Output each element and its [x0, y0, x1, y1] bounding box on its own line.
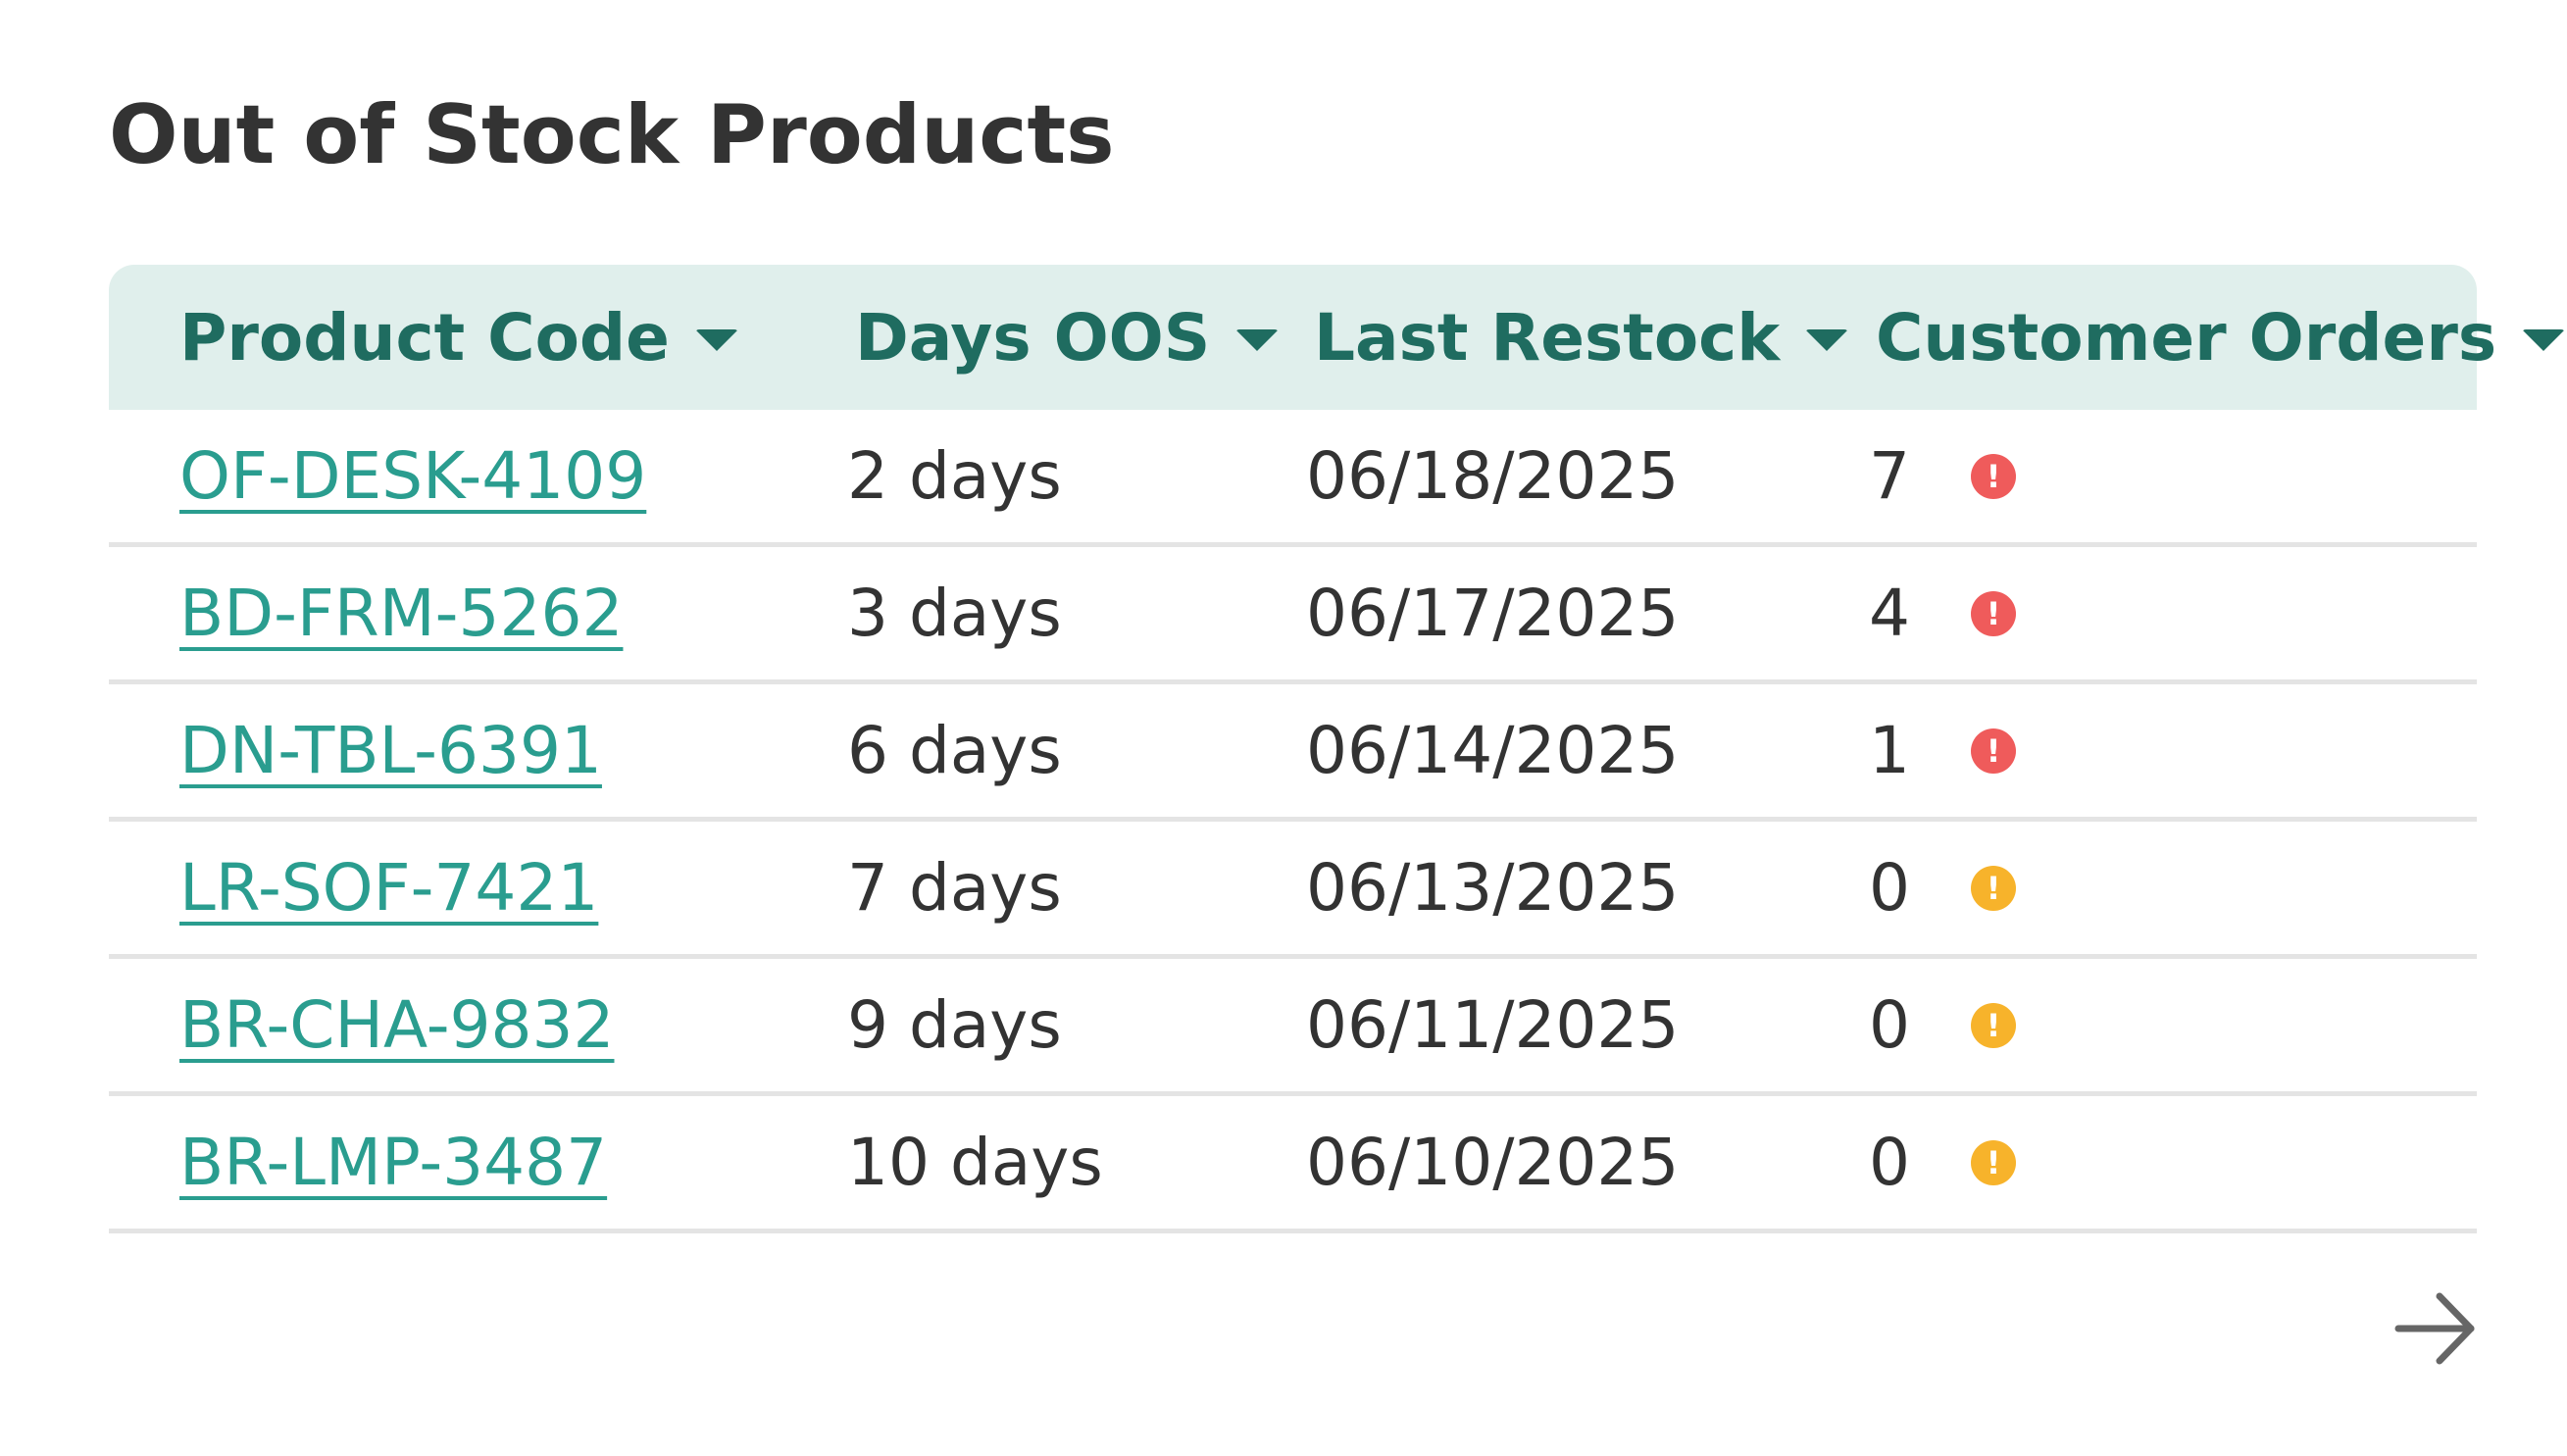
table-row: LR-SOF-7421 7 days 06/13/2025 0 !	[109, 822, 2477, 959]
last-restock-cell: 06/11/2025	[1306, 987, 1680, 1063]
product-code-link[interactable]: OF-DESK-4109	[179, 438, 646, 514]
widget-title: Out of Stock Products	[109, 87, 1115, 182]
last-restock-cell: 06/18/2025	[1306, 438, 1680, 514]
table-header: Product Code Days OOS Last Restock Custo…	[109, 265, 2566, 410]
product-code-link[interactable]: BR-LMP-3487	[179, 1125, 607, 1200]
order-count: 7	[1869, 438, 1910, 514]
column-header-label: Product Code	[179, 299, 670, 376]
column-header-last-restock[interactable]: Last Restock	[1208, 300, 1849, 376]
exclamation-circle-icon: !	[1971, 1139, 2016, 1185]
out-of-stock-widget: Out of Stock Products Product Code Days …	[0, 0, 2567, 1456]
arrow-right-icon[interactable]	[2392, 1284, 2481, 1373]
customer-orders-cell: 0 !	[1766, 850, 2477, 926]
last-restock-cell: 06/17/2025	[1306, 576, 1680, 651]
column-header-customer-orders[interactable]: Customer Orders	[1766, 300, 2566, 376]
table-row: OF-DESK-4109 2 days 06/18/2025 7 !	[109, 410, 2477, 547]
order-count: 4	[1869, 576, 1910, 651]
customer-orders-cell: 0 !	[1766, 987, 2477, 1063]
customer-orders-cell: 1 !	[1766, 713, 2477, 788]
exclamation-circle-icon: !	[1971, 453, 2016, 499]
order-count: 0	[1869, 987, 1910, 1063]
column-header-label: Last Restock	[1314, 299, 1781, 376]
product-code-link[interactable]: DN-TBL-6391	[179, 713, 602, 788]
product-code-link[interactable]: BR-CHA-9832	[179, 987, 614, 1063]
customer-orders-cell: 4 !	[1766, 576, 2477, 651]
table-body: OF-DESK-4109 2 days 06/18/2025 7 ! BD-FR…	[109, 410, 2477, 1233]
table-row: BD-FRM-5262 3 days 06/17/2025 4 !	[109, 547, 2477, 684]
arrow-right-icon-graphic	[2394, 1292, 2475, 1365]
days-oos-cell: 2 days	[847, 438, 1062, 514]
column-header-label: Customer Orders	[1876, 299, 2497, 376]
caret-down-icon	[694, 329, 738, 351]
exclamation-circle-icon: !	[1971, 865, 2016, 911]
column-header-product-code[interactable]: Product Code	[109, 300, 745, 376]
order-count: 1	[1869, 713, 1910, 788]
last-restock-cell: 06/10/2025	[1306, 1125, 1680, 1200]
table-row: BR-CHA-9832 9 days 06/11/2025 0 !	[109, 959, 2477, 1096]
column-header-label: Days OOS	[855, 299, 1211, 376]
product-code-link[interactable]: LR-SOF-7421	[179, 850, 598, 926]
caret-down-icon	[2522, 329, 2566, 351]
order-count: 0	[1869, 1125, 1910, 1200]
last-restock-cell: 06/13/2025	[1306, 850, 1680, 926]
product-code-link[interactable]: BD-FRM-5262	[179, 576, 623, 651]
exclamation-circle-icon: !	[1971, 728, 2016, 774]
days-oos-cell: 6 days	[847, 713, 1062, 788]
exclamation-circle-icon: !	[1971, 590, 2016, 636]
table-row: BR-LMP-3487 10 days 06/10/2025 0 !	[109, 1096, 2477, 1233]
last-restock-cell: 06/14/2025	[1306, 713, 1680, 788]
exclamation-circle-icon: !	[1971, 1002, 2016, 1048]
days-oos-cell: 9 days	[847, 987, 1062, 1063]
days-oos-cell: 10 days	[847, 1125, 1103, 1200]
customer-orders-cell: 7 !	[1766, 438, 2477, 514]
days-oos-cell: 7 days	[847, 850, 1062, 926]
table-row: DN-TBL-6391 6 days 06/14/2025 1 !	[109, 684, 2477, 822]
order-count: 0	[1869, 850, 1910, 926]
days-oos-cell: 3 days	[847, 576, 1062, 651]
out-of-stock-table: Product Code Days OOS Last Restock Custo…	[109, 265, 2566, 1233]
customer-orders-cell: 0 !	[1766, 1125, 2477, 1200]
column-header-days-oos[interactable]: Days OOS	[745, 299, 1280, 376]
